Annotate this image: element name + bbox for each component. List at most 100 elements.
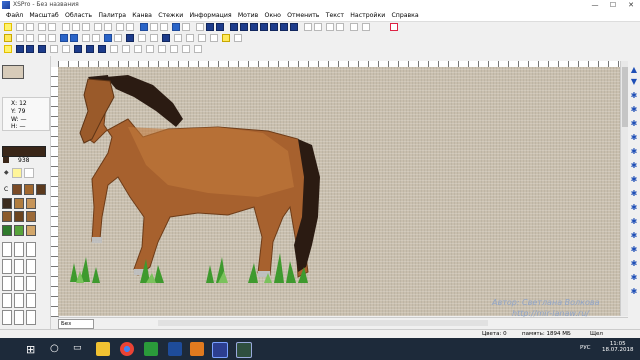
- menu-area[interactable]: Область: [65, 11, 92, 21]
- wand-icon[interactable]: [326, 23, 334, 31]
- stitch-tool-icon[interactable]: ✱: [630, 190, 638, 198]
- open-icon[interactable]: [16, 23, 24, 31]
- blue-app-icon[interactable]: [168, 342, 182, 356]
- menu-settings[interactable]: Настройки: [350, 11, 385, 21]
- swatch-10[interactable]: [2, 225, 12, 236]
- mirror-icon[interactable]: [104, 23, 112, 31]
- empty-swatch[interactable]: [2, 310, 12, 325]
- stitch-half-icon[interactable]: [240, 23, 248, 31]
- stitch-tool-icon[interactable]: ✱: [630, 120, 638, 128]
- green-app-icon[interactable]: [144, 342, 158, 356]
- erase-icon[interactable]: [138, 34, 146, 42]
- swatch-12[interactable]: [26, 225, 36, 236]
- empty-swatch[interactable]: [26, 242, 36, 257]
- menu-window[interactable]: Окно: [264, 11, 280, 21]
- embroidery-canvas[interactable]: [58, 67, 620, 316]
- backstitch-icon[interactable]: [104, 34, 112, 42]
- stitch-d-icon[interactable]: [50, 45, 58, 53]
- empty-swatch[interactable]: [14, 259, 24, 274]
- empty-swatch[interactable]: [26, 310, 36, 325]
- dot3-icon[interactable]: [98, 45, 106, 53]
- menu-zoom[interactable]: Масштаб: [29, 11, 58, 21]
- curve5-icon[interactable]: [170, 45, 178, 53]
- fill-icon[interactable]: [196, 23, 204, 31]
- stitch-quarter-icon[interactable]: [250, 23, 258, 31]
- empty-swatch[interactable]: [14, 242, 24, 257]
- menu-palette[interactable]: Палитра: [98, 11, 126, 21]
- dot-icon[interactable]: [74, 45, 82, 53]
- swatch-8[interactable]: [14, 211, 24, 222]
- menu-text[interactable]: Текст: [326, 11, 344, 21]
- empty-swatch[interactable]: [14, 293, 24, 308]
- empty-swatch[interactable]: [2, 293, 12, 308]
- maximize-button[interactable]: ☐: [604, 0, 622, 11]
- bead2-icon[interactable]: [126, 34, 134, 42]
- zoom-out-icon[interactable]: [126, 23, 134, 31]
- stitch-tool-icon[interactable]: ✱: [630, 246, 638, 254]
- new-icon[interactable]: [4, 23, 12, 31]
- current-color[interactable]: [2, 146, 46, 157]
- minimize-button[interactable]: —: [586, 0, 604, 11]
- stitch-tool-icon[interactable]: ✱: [630, 288, 638, 296]
- rect-select-icon[interactable]: [38, 34, 46, 42]
- stitch-tool-icon[interactable]: ✱: [630, 148, 638, 156]
- stitch-french-icon[interactable]: [270, 23, 278, 31]
- empty-swatch[interactable]: [26, 259, 36, 274]
- preview-thumbnail[interactable]: [2, 65, 24, 79]
- star-icon[interactable]: [222, 34, 230, 42]
- search-icon[interactable]: ○: [50, 343, 59, 354]
- stitch-tool-icon[interactable]: ✱: [630, 106, 638, 114]
- diagonal-icon[interactable]: [26, 34, 34, 42]
- menu-help[interactable]: Справка: [391, 11, 418, 21]
- stitch-tool-icon[interactable]: ✱: [630, 204, 638, 212]
- menu-canvas[interactable]: Канва: [132, 11, 152, 21]
- stitch-tool-icon[interactable]: ✱: [630, 232, 638, 240]
- curve2-icon[interactable]: [134, 45, 142, 53]
- swatch-3[interactable]: [36, 184, 46, 195]
- knot-icon[interactable]: [114, 34, 122, 42]
- print-icon[interactable]: [150, 23, 158, 31]
- horizontal-scrollbar[interactable]: [158, 320, 488, 326]
- pointer-icon[interactable]: [4, 34, 12, 42]
- empty-swatch[interactable]: [2, 276, 12, 291]
- curve-icon[interactable]: [122, 45, 130, 53]
- swatch-6[interactable]: [26, 198, 36, 209]
- swatch-4[interactable]: [2, 198, 12, 209]
- stitch-b-icon[interactable]: [26, 45, 34, 53]
- brush-icon[interactable]: [4, 45, 12, 53]
- lasso-icon[interactable]: [48, 34, 56, 42]
- swatch-5[interactable]: [14, 198, 24, 209]
- rotate-icon[interactable]: [94, 23, 102, 31]
- redo-icon[interactable]: [48, 23, 56, 31]
- swatch-9[interactable]: [26, 211, 36, 222]
- menu-undo[interactable]: Отменить: [287, 11, 319, 21]
- chevron-up-icon[interactable]: ▲: [630, 66, 638, 74]
- square-icon[interactable]: [210, 34, 218, 42]
- stitch-petite-icon[interactable]: [290, 23, 298, 31]
- menu-file[interactable]: Файл: [6, 11, 23, 21]
- stitch-tool-icon[interactable]: ✱: [630, 176, 638, 184]
- curve3-icon[interactable]: [146, 45, 154, 53]
- menu-stitches[interactable]: Стежки: [158, 11, 183, 21]
- select-icon[interactable]: [62, 23, 70, 31]
- stitch-tool-icon[interactable]: ✱: [630, 162, 638, 170]
- stitch-e-icon[interactable]: [62, 45, 70, 53]
- empty-swatch[interactable]: [14, 276, 24, 291]
- stitch-full-icon[interactable]: [230, 23, 238, 31]
- half-cross-icon[interactable]: [60, 34, 68, 42]
- orange-app-icon[interactable]: [190, 342, 204, 356]
- zoom-in-icon[interactable]: [116, 23, 124, 31]
- delete-icon[interactable]: [390, 23, 398, 31]
- circle-icon[interactable]: [198, 34, 206, 42]
- swatch-1[interactable]: [12, 184, 22, 195]
- palette-icon[interactable]: [172, 23, 180, 31]
- arrow-right-icon[interactable]: [314, 23, 322, 31]
- task-view-icon[interactable]: ▭: [73, 343, 82, 353]
- stitch-tool-icon[interactable]: ✱: [630, 260, 638, 268]
- xsp-icon[interactable]: [212, 342, 228, 358]
- three-quarter-icon[interactable]: [92, 34, 100, 42]
- language-indicator[interactable]: РУС: [580, 345, 591, 351]
- text-icon[interactable]: [150, 34, 158, 42]
- explorer-icon[interactable]: [96, 342, 110, 356]
- bucket-icon[interactable]: [162, 34, 170, 42]
